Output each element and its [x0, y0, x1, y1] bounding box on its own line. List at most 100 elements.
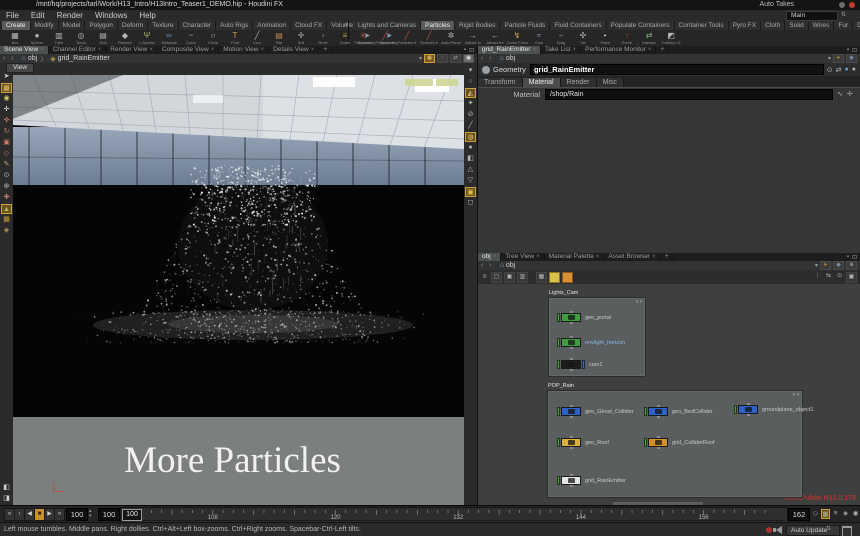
- path-root-chip[interactable]: ⌂obj: [19, 55, 41, 62]
- shelf-tool-particles-fr[interactable]: ╱Particles fr: [396, 31, 418, 46]
- display-flag-icon[interactable]: [557, 438, 560, 447]
- shelf-tool-auto-parce[interactable]: ✲Auto Parce: [440, 31, 462, 46]
- display-flag-icon[interactable]: [557, 313, 560, 322]
- menu-windows[interactable]: Windows: [89, 11, 133, 20]
- path-dropdown-icon[interactable]: ▾: [419, 55, 422, 62]
- current-frame-marker[interactable]: 100: [122, 509, 142, 521]
- wire-shade-icon[interactable]: ◭: [465, 88, 476, 98]
- shelf-tool-gust[interactable]: ≈Gust: [528, 31, 550, 46]
- node-cam1[interactable]: cam1: [557, 360, 602, 369]
- close-tab-icon[interactable]: ×: [311, 46, 315, 54]
- close-tab-icon[interactable]: ×: [596, 253, 600, 261]
- view-tool-icon[interactable]: ⊙: [1, 171, 12, 181]
- nav-arrows-icon[interactable]: ‹ ›: [478, 262, 497, 269]
- render-flag-icon[interactable]: [582, 360, 585, 369]
- split-pane-icon[interactable]: ▪: [847, 254, 849, 260]
- search-icon[interactable]: ⊙: [827, 66, 833, 74]
- node-grid-rainemitter[interactable]: grid_RainEmitter: [557, 476, 626, 485]
- normals-icon[interactable]: ◧: [465, 154, 476, 164]
- close-tab-icon[interactable]: ×: [261, 46, 265, 54]
- node-icon[interactable]: [561, 360, 581, 369]
- edit-tool-icon[interactable]: ✎: [1, 160, 12, 170]
- shelf-tab-fur[interactable]: Fur: [834, 21, 853, 30]
- trash-icon[interactable]: [842, 526, 852, 536]
- display-flag-icon[interactable]: [644, 407, 647, 416]
- display-flag-icon[interactable]: [557, 360, 560, 369]
- node-shape-icon[interactable]: ▣: [504, 272, 515, 283]
- playbar-display-icon[interactable]: ▦: [821, 509, 830, 519]
- network-canvas[interactable]: Non-Public H13.0.178 Lights_Cam▾ ✕geo_po…: [478, 284, 860, 505]
- scale-tool-icon[interactable]: ▣: [1, 138, 12, 148]
- move-tool-icon[interactable]: ✛: [1, 105, 12, 115]
- layout-nodes-icon[interactable]: ⇆: [824, 272, 833, 281]
- scene-viewport[interactable]: View ➤▦◉✛✜↻▣◇✎⊙⊕✚▲▦◈◧◨ ▾○◭✦⊘╱◍●◧△▽▣◻: [0, 63, 477, 505]
- node-shape-icon[interactable]: ▢: [491, 272, 502, 283]
- link-icon[interactable]: ⇄: [450, 54, 461, 63]
- shelf-tab-create[interactable]: Create: [2, 21, 31, 30]
- help-sphere-icon[interactable]: ●: [845, 66, 849, 73]
- shelf-tab-modify[interactable]: Modify: [31, 21, 59, 30]
- shelf-tab-lights-and-cameras[interactable]: Lights and Cameras: [354, 21, 421, 30]
- close-tab-icon[interactable]: ×: [648, 46, 652, 54]
- tab-composite-view[interactable]: Composite View×: [158, 46, 219, 54]
- pane-link-icon[interactable]: ◉: [846, 54, 857, 63]
- keyframe-icon[interactable]: ◈: [841, 509, 850, 519]
- color-chip-yellow-icon[interactable]: [549, 272, 560, 283]
- no-lights-icon[interactable]: ⊘: [465, 110, 476, 120]
- pose-tool-icon[interactable]: ⊕: [1, 182, 12, 192]
- maximize-pane-icon[interactable]: ⊡: [852, 47, 857, 54]
- close-tab-icon[interactable]: ×: [652, 253, 656, 261]
- frame-all-icon[interactable]: ▣: [846, 272, 857, 283]
- take-selector[interactable]: Main: [786, 11, 838, 21]
- close-tab-icon[interactable]: ×: [573, 46, 577, 54]
- shelf-tool-force[interactable]: ↑Force: [616, 31, 638, 46]
- select-box-icon[interactable]: ▦: [1, 83, 12, 93]
- compare-icon[interactable]: ⇄: [836, 66, 842, 74]
- jump-end-button[interactable]: »: [54, 508, 65, 521]
- folder-tab-transform[interactable]: Transform: [478, 78, 523, 87]
- node-geo-roof[interactable]: geo_Roof: [557, 438, 609, 447]
- shelf-tool-collision-d[interactable]: ◩Collision D: [660, 31, 682, 46]
- network-box-lights-cam[interactable]: ▾ ✕geo_portalenvlight_horizoncam1: [548, 297, 646, 377]
- close-tab-icon[interactable]: ×: [98, 46, 102, 54]
- handles-icon[interactable]: ✜: [1, 116, 12, 126]
- path-root-chip[interactable]: ⌂obj: [497, 55, 519, 62]
- down-icon[interactable]: ▽: [465, 176, 476, 186]
- tab-take-list[interactable]: Take List×: [541, 46, 581, 54]
- timeline-ruler[interactable]: 108120132144156 100: [120, 507, 788, 523]
- take-spinner-icon[interactable]: ⇅: [841, 11, 846, 18]
- sculpt-tool-icon[interactable]: ✚: [1, 193, 12, 203]
- folder-tab-material[interactable]: Material: [523, 78, 561, 87]
- list-mode-icon[interactable]: ≡: [480, 273, 489, 282]
- auto-update-arrows-icon[interactable]: ⇅: [826, 525, 831, 532]
- shelf-tab-deform[interactable]: Deform: [118, 21, 148, 30]
- shelf-tab-polygon[interactable]: Polygon: [85, 21, 118, 30]
- node-name-field[interactable]: grid_RainEmitter: [530, 64, 824, 75]
- nav-arrows-icon[interactable]: ‹ ›: [478, 55, 497, 62]
- node-icon[interactable]: [561, 407, 581, 416]
- shelf-tool-platonic[interactable]: ◆Platonic: [114, 31, 136, 46]
- display-flag-icon[interactable]: [557, 407, 560, 416]
- nav-arrows-icon[interactable]: ‹ ›: [0, 55, 19, 62]
- window-minimize-icon[interactable]: [839, 2, 845, 8]
- shelf-tool-metaball[interactable]: ∞Metaball: [158, 31, 180, 46]
- shelf-tool-particles-fr[interactable]: ╱Particles fr: [418, 31, 440, 46]
- display-flag-icon[interactable]: [557, 476, 560, 485]
- tab-motion-view[interactable]: Motion View×: [219, 46, 269, 54]
- shelf-tab-solid[interactable]: Solid: [785, 21, 808, 30]
- path-root-chip[interactable]: ⌂obj: [497, 262, 519, 269]
- shelf-tool-curve-force[interactable]: ↯Curve Force: [506, 31, 528, 46]
- shelf-tab-cloud-fx[interactable]: Cloud FX: [291, 21, 327, 30]
- shelf-tool-fireworks[interactable]: ✳Fireworks: [352, 31, 374, 46]
- close-tab-icon[interactable]: ×: [493, 253, 497, 261]
- shelf-tool-curve[interactable]: ~Curve: [180, 31, 202, 46]
- shelf-tab-auto-rigs[interactable]: Auto Rigs: [216, 21, 253, 30]
- lasso-select-icon[interactable]: ◉: [1, 94, 12, 104]
- node-icon[interactable]: [561, 313, 581, 322]
- lighting-icon[interactable]: ✦: [465, 99, 476, 109]
- shelf-tool-particles-fr[interactable]: ╱Particles fr: [374, 31, 396, 46]
- maximize-pane-icon[interactable]: ⊡: [852, 254, 857, 261]
- view-menu-icon[interactable]: ▾: [465, 66, 476, 76]
- node-shape-icon[interactable]: ▦: [536, 272, 547, 283]
- window-close-icon[interactable]: [849, 2, 855, 8]
